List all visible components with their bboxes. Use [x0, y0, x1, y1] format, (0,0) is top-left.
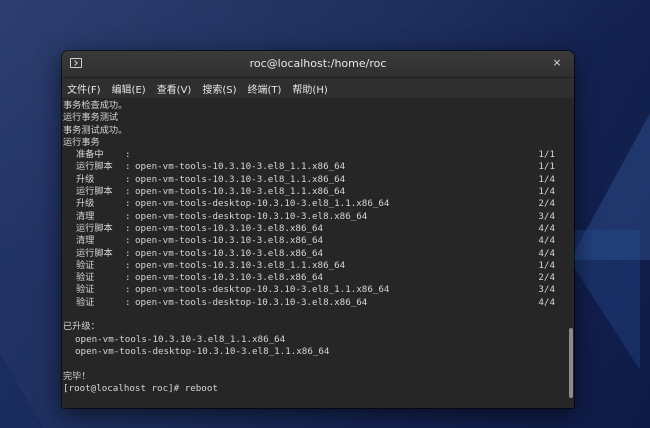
transaction-row: 运行脚本: open-vm-tools-10.3.10-3.el8.x86_64 4… — [62, 223, 567, 235]
transaction-row: 运行脚本: open-vm-tools-10.3.10-3.el8_1.1.x86… — [62, 186, 567, 198]
transaction-package: open-vm-tools-10.3.10-3.el8.x86_64 — [135, 272, 324, 284]
window-title: roc@localhost:/home/roc — [249, 57, 387, 70]
upgraded-package: open-vm-tools-10.3.10-3.el8_1.1.x86_64 — [75, 333, 286, 345]
transaction-action: 验证 — [76, 296, 95, 308]
transaction-row: 运行脚本: open-vm-tools-10.3.10-3.el8_1.1.x86… — [62, 161, 567, 173]
menu-search[interactable]: 搜索(S) — [202, 81, 236, 96]
transaction-action: 验证 — [76, 272, 95, 284]
transaction-row: 清理: open-vm-tools-desktop-10.3.10-3.el8.x… — [62, 211, 567, 223]
transaction-row: 清理: open-vm-tools-10.3.10-3.el8.x86_64 4/4 — [62, 235, 567, 247]
transaction-row: 运行脚本: open-vm-tools-10.3.10-3.el8.x86_64 4… — [62, 248, 567, 260]
transaction-row: 验证: open-vm-tools-desktop-10.3.10-3.el8.x… — [62, 297, 567, 309]
transaction-action: 清理 — [76, 235, 95, 247]
transaction-count: 2/4 — [538, 272, 555, 284]
transaction-separator: : — [125, 161, 131, 173]
command-prompt: [root@localhost roc]# reboot — [63, 382, 218, 394]
transaction-row: 准备中: 1/1 — [62, 149, 567, 161]
transaction-count: 4/4 — [538, 235, 555, 247]
transaction-action: 清理 — [76, 210, 95, 222]
transaction-package: open-vm-tools-desktop-10.3.10-3.el8.x86_… — [135, 296, 368, 308]
transaction-row: 验证: open-vm-tools-10.3.10-3.el8.x86_64 2/4 — [62, 272, 567, 284]
transaction-separator: : — [125, 198, 131, 210]
transaction-row: 升级: open-vm-tools-desktop-10.3.10-3.el8_1… — [62, 198, 567, 210]
terminal-window[interactable]: roc@localhost:/home/roc × 文件(F) 编辑(E) 查看… — [62, 51, 574, 408]
transaction-action: 运行脚本 — [76, 161, 113, 173]
transaction-count: 3/4 — [538, 210, 555, 222]
menu-bar: 文件(F) 编辑(E) 查看(V) 搜索(S) 终端(T) 帮助(H) — [62, 78, 574, 98]
transaction-action: 运行脚本 — [76, 247, 113, 259]
transaction-action: 运行脚本 — [76, 222, 113, 234]
transaction-separator: : — [125, 222, 131, 234]
transaction-count: 1/4 — [538, 186, 555, 198]
menu-file[interactable]: 文件(F) — [67, 81, 101, 96]
transaction-action: 升级 — [76, 198, 95, 210]
transaction-separator: : — [125, 272, 131, 284]
done-line: 完毕！ — [63, 370, 91, 382]
transaction-count: 4/4 — [538, 247, 555, 259]
transaction-count: 1/1 — [538, 149, 555, 161]
upgraded-header: 已升级： — [63, 321, 100, 333]
transaction-count: 4/4 — [538, 296, 555, 308]
output-line: 运行事务 — [63, 136, 100, 148]
transaction-action: 运行脚本 — [76, 186, 113, 198]
transaction-separator: : — [125, 186, 131, 198]
menu-edit[interactable]: 编辑(E) — [112, 81, 146, 96]
transaction-separator: : — [125, 173, 131, 185]
menu-view[interactable]: 查看(V) — [157, 81, 192, 96]
transaction-list: 准备中: 1/1 运行脚本: open-vm-tools-10.3.10-3.el8_… — [62, 149, 567, 309]
transaction-count: 2/4 — [538, 198, 555, 210]
menu-terminal[interactable]: 终端(T) — [248, 81, 282, 96]
transaction-package: open-vm-tools-10.3.10-3.el8.x86_64 — [135, 235, 324, 247]
transaction-separator: : — [125, 235, 131, 247]
output-line: 事务测试成功。 — [63, 124, 128, 136]
transaction-count: 4/4 — [538, 222, 555, 234]
output-line: 运行事务测试 — [63, 112, 119, 124]
transaction-separator: : — [125, 149, 131, 161]
menu-help[interactable]: 帮助(H) — [292, 81, 327, 96]
wallpaper-shape — [0, 300, 50, 428]
close-button[interactable]: × — [549, 55, 565, 71]
transaction-separator: : — [125, 284, 131, 296]
transaction-count: 1/4 — [538, 173, 555, 185]
terminal-output[interactable]: 事务检查成功。 运行事务测试 事务测试成功。 运行事务 准备中:1/1 运行脚本:… — [62, 98, 567, 408]
transaction-action: 验证 — [76, 259, 95, 271]
transaction-package: open-vm-tools-desktop-10.3.10-3.el8.x86_… — [135, 210, 368, 222]
transaction-row: 升级: open-vm-tools-10.3.10-3.el8_1.1.x86_6… — [62, 174, 567, 186]
transaction-package: open-vm-tools-desktop-10.3.10-3.el8_1.1.… — [135, 198, 390, 210]
transaction-action: 升级 — [76, 173, 95, 185]
transaction-count: 3/4 — [538, 284, 555, 296]
transaction-package: open-vm-tools-10.3.10-3.el8_1.1.x86_64 — [135, 173, 346, 185]
transaction-package: open-vm-tools-desktop-10.3.10-3.el8_1.1.… — [135, 284, 390, 296]
output-line: 事务检查成功。 — [63, 100, 128, 111]
transaction-action: 准备中 — [76, 149, 104, 161]
transaction-separator: : — [125, 296, 131, 308]
transaction-separator: : — [125, 259, 131, 271]
wallpaper-shape — [570, 40, 650, 260]
transaction-count: 1/1 — [538, 161, 555, 173]
transaction-row: 验证: open-vm-tools-10.3.10-3.el8_1.1.x86_6… — [62, 260, 567, 272]
transaction-package: open-vm-tools-10.3.10-3.el8_1.1.x86_64 — [135, 259, 346, 271]
scrollbar[interactable] — [567, 98, 574, 408]
transaction-separator: : — [125, 247, 131, 259]
transaction-separator: : — [125, 210, 131, 222]
title-bar[interactable]: roc@localhost:/home/roc × — [62, 51, 574, 78]
transaction-package: open-vm-tools-10.3.10-3.el8_1.1.x86_64 — [135, 186, 346, 198]
transaction-package: open-vm-tools-10.3.10-3.el8.x86_64 — [135, 222, 324, 234]
transaction-action: 验证 — [76, 284, 95, 296]
transaction-count: 1/4 — [538, 259, 555, 271]
scrollbar-thumb[interactable] — [569, 328, 573, 398]
transaction-package: open-vm-tools-10.3.10-3.el8_1.1.x86_64 — [135, 161, 346, 173]
upgraded-package: open-vm-tools-desktop-10.3.10-3.el8_1.1.… — [75, 345, 330, 357]
transaction-package: open-vm-tools-10.3.10-3.el8.x86_64 — [135, 247, 324, 259]
transaction-row: 验证: open-vm-tools-desktop-10.3.10-3.el8_1… — [62, 284, 567, 296]
